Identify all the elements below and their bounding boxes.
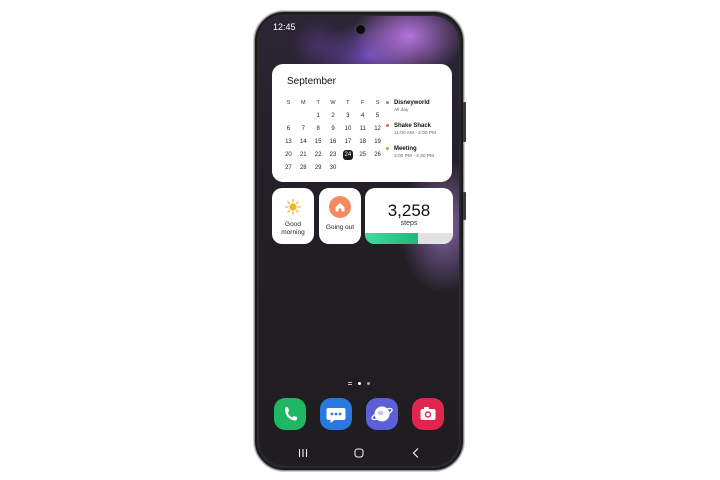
phone-frame: 12:45 September S M T W T F S 1 2 3 4 5 6 7 8 9 10 11 12 13… — [254, 11, 466, 471]
calendar-day[interactable]: 30 — [326, 163, 341, 173]
calendar-day[interactable]: 15 — [311, 137, 326, 147]
calendar-day[interactable]: 22 — [311, 150, 326, 160]
calendar-day[interactable]: 1 — [311, 111, 326, 121]
calendar-weekday: S — [375, 100, 380, 106]
calendar-day[interactable]: 27 — [281, 163, 296, 173]
calendar-grid: S M T W T F S 1 2 3 4 5 6 7 8 9 10 11 12 13 14 15 16 17 18 19 20 21… — [281, 98, 385, 173]
event-title: Meeting — [394, 146, 417, 152]
calendar-event[interactable]: Meeting 3:00 PM - 4:30 PM — [386, 145, 450, 160]
phone-app-icon[interactable] — [274, 398, 306, 430]
steps-progress-track — [365, 233, 453, 244]
calendar-day[interactable]: 20 — [281, 150, 296, 160]
calendar-day[interactable]: 6 — [281, 124, 296, 134]
page-indicator-dot — [367, 381, 370, 385]
good-morning-label-line1: Good — [285, 221, 301, 228]
page-indicator-home — [358, 381, 361, 385]
calendar-day[interactable]: 29 — [311, 163, 326, 173]
calendar-day[interactable]: 4 — [355, 111, 370, 121]
camera-app-icon[interactable] — [412, 398, 444, 430]
event-title: Disneyworld — [394, 100, 430, 106]
calendar-month: September — [287, 76, 336, 87]
navigation-bar — [259, 444, 459, 462]
steps-tile[interactable]: 3,258 steps — [365, 188, 453, 244]
calendar-day[interactable]: 8 — [311, 124, 326, 134]
home-nav-icon — [354, 448, 364, 458]
calendar-day[interactable]: 19 — [370, 137, 385, 147]
calendar-day — [370, 163, 385, 173]
calendar-event[interactable]: Disneyworld All day — [386, 99, 450, 114]
going-out-tile[interactable]: Going out — [319, 188, 361, 244]
calendar-weekday: W — [330, 100, 336, 106]
calendar-event[interactable]: Shake Shack 11:00 AM - 2:00 PM — [386, 122, 450, 137]
calendar-day[interactable]: 9 — [326, 124, 341, 134]
calendar-day — [355, 163, 370, 173]
calendar-day[interactable]: 5 — [370, 111, 385, 121]
calendar-weekday: M — [300, 100, 306, 106]
volume-button[interactable] — [463, 102, 466, 142]
sun-icon — [285, 199, 301, 215]
calendar-day[interactable]: 17 — [340, 137, 355, 147]
calendar-day[interactable]: 12 — [370, 124, 385, 134]
good-morning-label-line2: morning — [281, 229, 305, 236]
calendar-day — [281, 111, 296, 121]
good-morning-tile[interactable]: Good morning — [272, 188, 314, 244]
event-dot — [386, 101, 389, 104]
front-camera — [355, 24, 366, 35]
calendar-day[interactable]: 14 — [296, 137, 311, 147]
calendar-day[interactable]: 7 — [296, 124, 311, 134]
event-time: 3:00 PM - 4:30 PM — [394, 154, 434, 159]
steps-unit: steps — [400, 220, 418, 227]
event-time: 11:00 AM - 2:00 PM — [394, 131, 437, 136]
calendar-day[interactable]: 11 — [355, 124, 370, 134]
page-indicator[interactable] — [259, 379, 459, 387]
recents-icon — [298, 449, 308, 457]
event-dot — [386, 124, 389, 127]
app-dock — [259, 398, 459, 432]
calendar-widget[interactable]: September S M T W T F S 1 2 3 4 5 6 7 8 9 10 11 12 13 14 15 16… — [272, 64, 452, 182]
home-button[interactable] — [349, 444, 369, 462]
calendar-events: Disneyworld All day Shake Shack 11:00 AM - … — [386, 99, 450, 168]
event-dot — [386, 147, 389, 150]
steps-progress-fill — [365, 233, 418, 244]
calendar-weekday: F — [361, 100, 365, 106]
calendar-day[interactable]: 16 — [326, 137, 341, 147]
power-button[interactable] — [463, 192, 466, 220]
calendar-day[interactable]: 21 — [296, 150, 311, 160]
going-out-label: Going out — [325, 224, 355, 231]
home-icon — [329, 196, 351, 218]
calendar-day[interactable]: 25 — [355, 150, 370, 160]
status-time: 12:45 — [273, 22, 296, 32]
calendar-day[interactable]: 3 — [340, 111, 355, 121]
recents-button[interactable] — [293, 444, 313, 462]
messages-app-icon[interactable] — [320, 398, 352, 430]
calendar-weekday: T — [346, 100, 350, 106]
page-indicator-list — [348, 381, 352, 385]
steps-count: 3,258 — [387, 201, 431, 220]
calendar-day[interactable]: 18 — [355, 137, 370, 147]
internet-app-icon[interactable] — [366, 398, 398, 430]
calendar-day-today[interactable]: 24 — [342, 150, 353, 160]
calendar-day[interactable]: 2 — [326, 111, 341, 121]
home-screen: 12:45 September S M T W T F S 1 2 3 4 5 6 7 8 9 10 11 12 13… — [259, 16, 459, 466]
back-button[interactable] — [406, 444, 426, 462]
event-time: All day — [394, 108, 409, 113]
calendar-day[interactable]: 26 — [370, 150, 385, 160]
calendar-day[interactable]: 10 — [340, 124, 355, 134]
calendar-weekday: T — [316, 100, 320, 106]
back-icon — [412, 448, 419, 458]
calendar-day — [340, 163, 355, 173]
calendar-day[interactable]: 23 — [326, 150, 341, 160]
calendar-day[interactable]: 28 — [296, 163, 311, 173]
event-title: Shake Shack — [394, 123, 432, 129]
calendar-weekday: S — [286, 100, 291, 106]
calendar-day — [296, 111, 311, 121]
calendar-day[interactable]: 13 — [281, 137, 296, 147]
